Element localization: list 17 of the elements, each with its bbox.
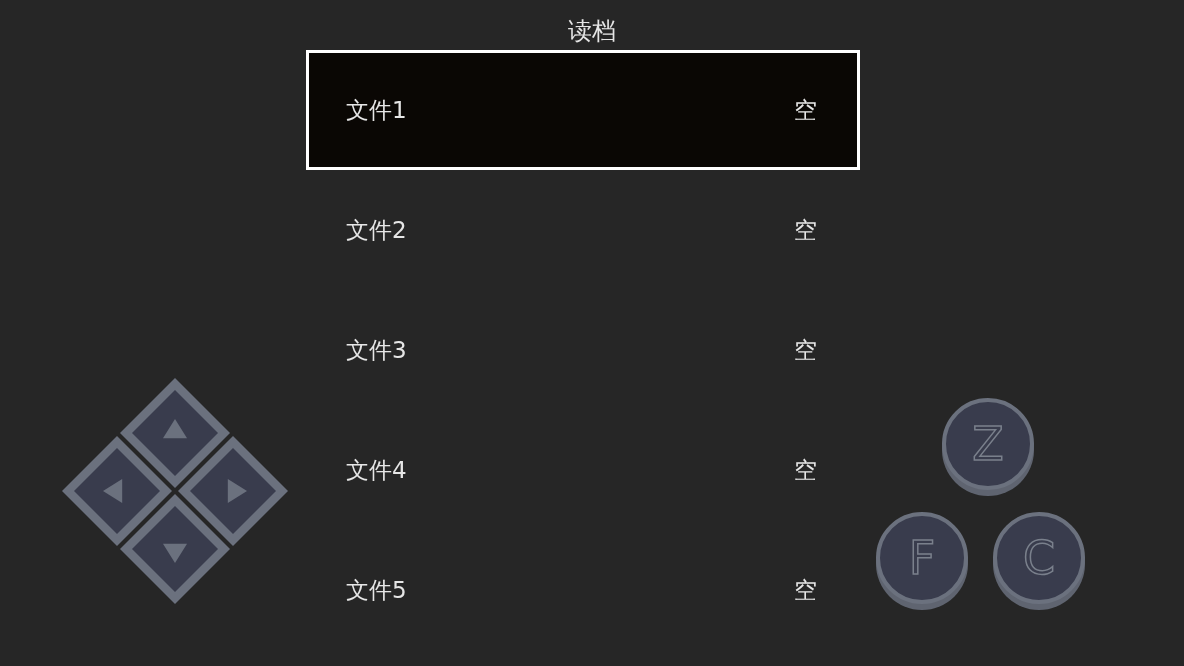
slot-status: 空 bbox=[794, 335, 817, 365]
slot-name: 文件5 bbox=[346, 575, 407, 605]
slot-name: 文件3 bbox=[346, 335, 407, 365]
slot-status: 空 bbox=[794, 215, 817, 245]
slot-status: 空 bbox=[794, 455, 817, 485]
save-slot[interactable]: 文件3 空 bbox=[306, 290, 860, 410]
save-slot[interactable]: 文件2 空 bbox=[306, 170, 860, 290]
slot-status: 空 bbox=[794, 575, 817, 605]
save-slot[interactable]: 文件5 空 bbox=[306, 530, 860, 650]
save-slot[interactable]: 文件1 空 bbox=[306, 50, 860, 170]
slot-name: 文件1 bbox=[346, 95, 407, 125]
save-slot[interactable]: 文件4 空 bbox=[306, 410, 860, 530]
slot-name: 文件2 bbox=[346, 215, 407, 245]
dpad-down-button[interactable] bbox=[120, 494, 230, 604]
slot-status: 空 bbox=[794, 95, 817, 125]
screen-title: 读档 bbox=[568, 16, 616, 47]
slot-name: 文件4 bbox=[346, 455, 407, 485]
